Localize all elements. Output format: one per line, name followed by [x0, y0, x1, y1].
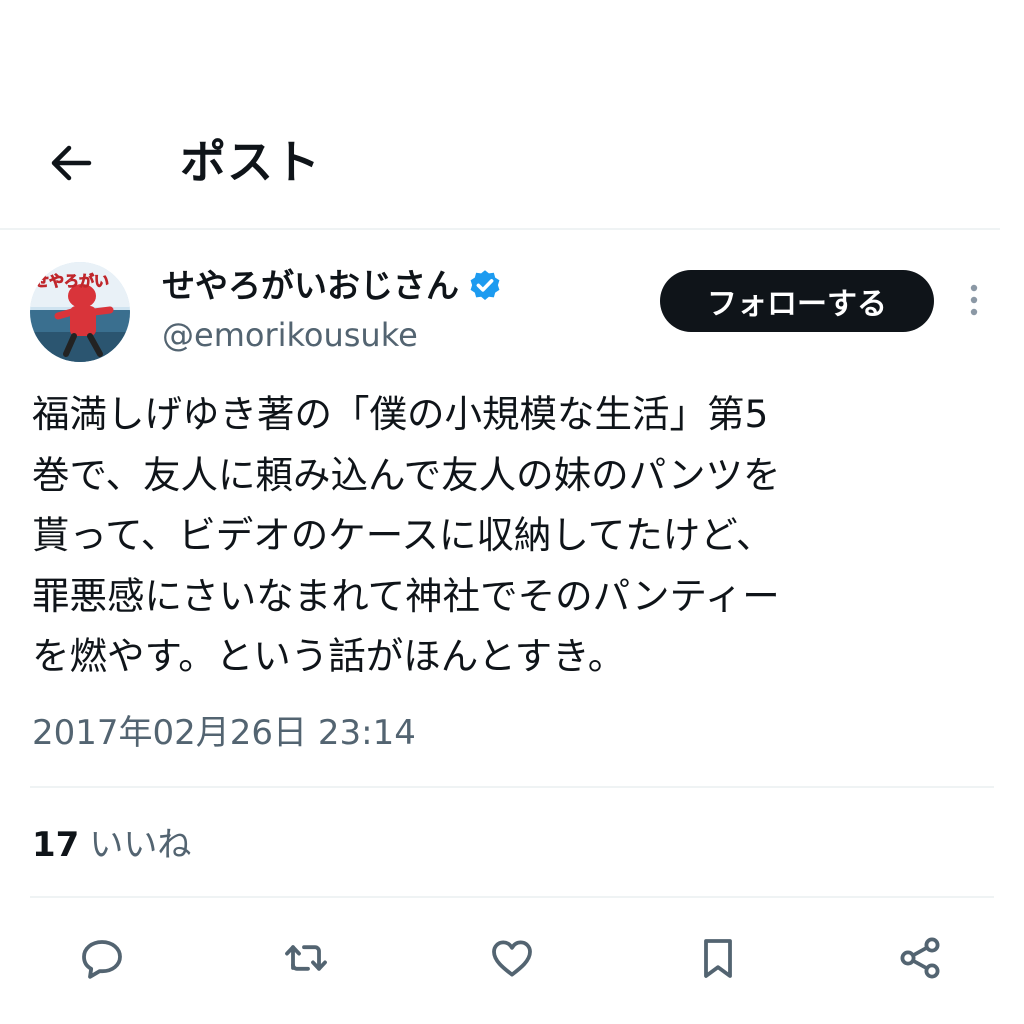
likes-stat[interactable]: 17 いいね: [32, 822, 191, 868]
likes-count: 17: [32, 825, 80, 865]
avatar[interactable]: せやろがい: [30, 262, 130, 362]
reply-icon: [82, 940, 122, 979]
share-button[interactable]: [892, 930, 948, 986]
tweet-timestamp[interactable]: 2017年02月26日 23:14: [32, 710, 416, 756]
author-handle[interactable]: @emorikousuke: [162, 312, 418, 358]
stats-bottom-divider: [30, 896, 994, 898]
more-options-button[interactable]: [960, 282, 988, 322]
avatar-image: せやろがい: [30, 262, 130, 362]
retweet-icon: [285, 945, 327, 971]
arrow-left-icon: [51, 145, 92, 181]
more-vertical-icon: [970, 284, 978, 316]
page-title: ポスト: [180, 135, 321, 189]
bookmark-icon: [704, 939, 732, 978]
retweet-button[interactable]: [278, 930, 334, 986]
display-name-text: せやろがいおじさん: [162, 266, 459, 305]
heart-icon: [492, 940, 532, 977]
avatar-text: せやろがい: [34, 272, 109, 290]
verified-badge-icon: [467, 268, 503, 304]
bookmark-button[interactable]: [690, 930, 746, 986]
like-button[interactable]: [484, 930, 540, 986]
header-divider: [0, 228, 1000, 230]
tweet-text: 福満しげゆき著の「僕の小規模な生活」第5 巻で、友人に頼み込んで友人の妹のパンツ…: [32, 392, 781, 678]
author-display-name[interactable]: せやろがいおじさん: [162, 262, 503, 310]
reply-button[interactable]: [74, 930, 130, 986]
top-bar: ポスト: [0, 118, 1024, 208]
back-button[interactable]: [44, 136, 98, 190]
likes-label: いいね: [89, 825, 192, 865]
stats-top-divider: [30, 786, 994, 788]
follow-button[interactable]: フォローする: [660, 270, 934, 332]
share-icon: [900, 937, 940, 979]
